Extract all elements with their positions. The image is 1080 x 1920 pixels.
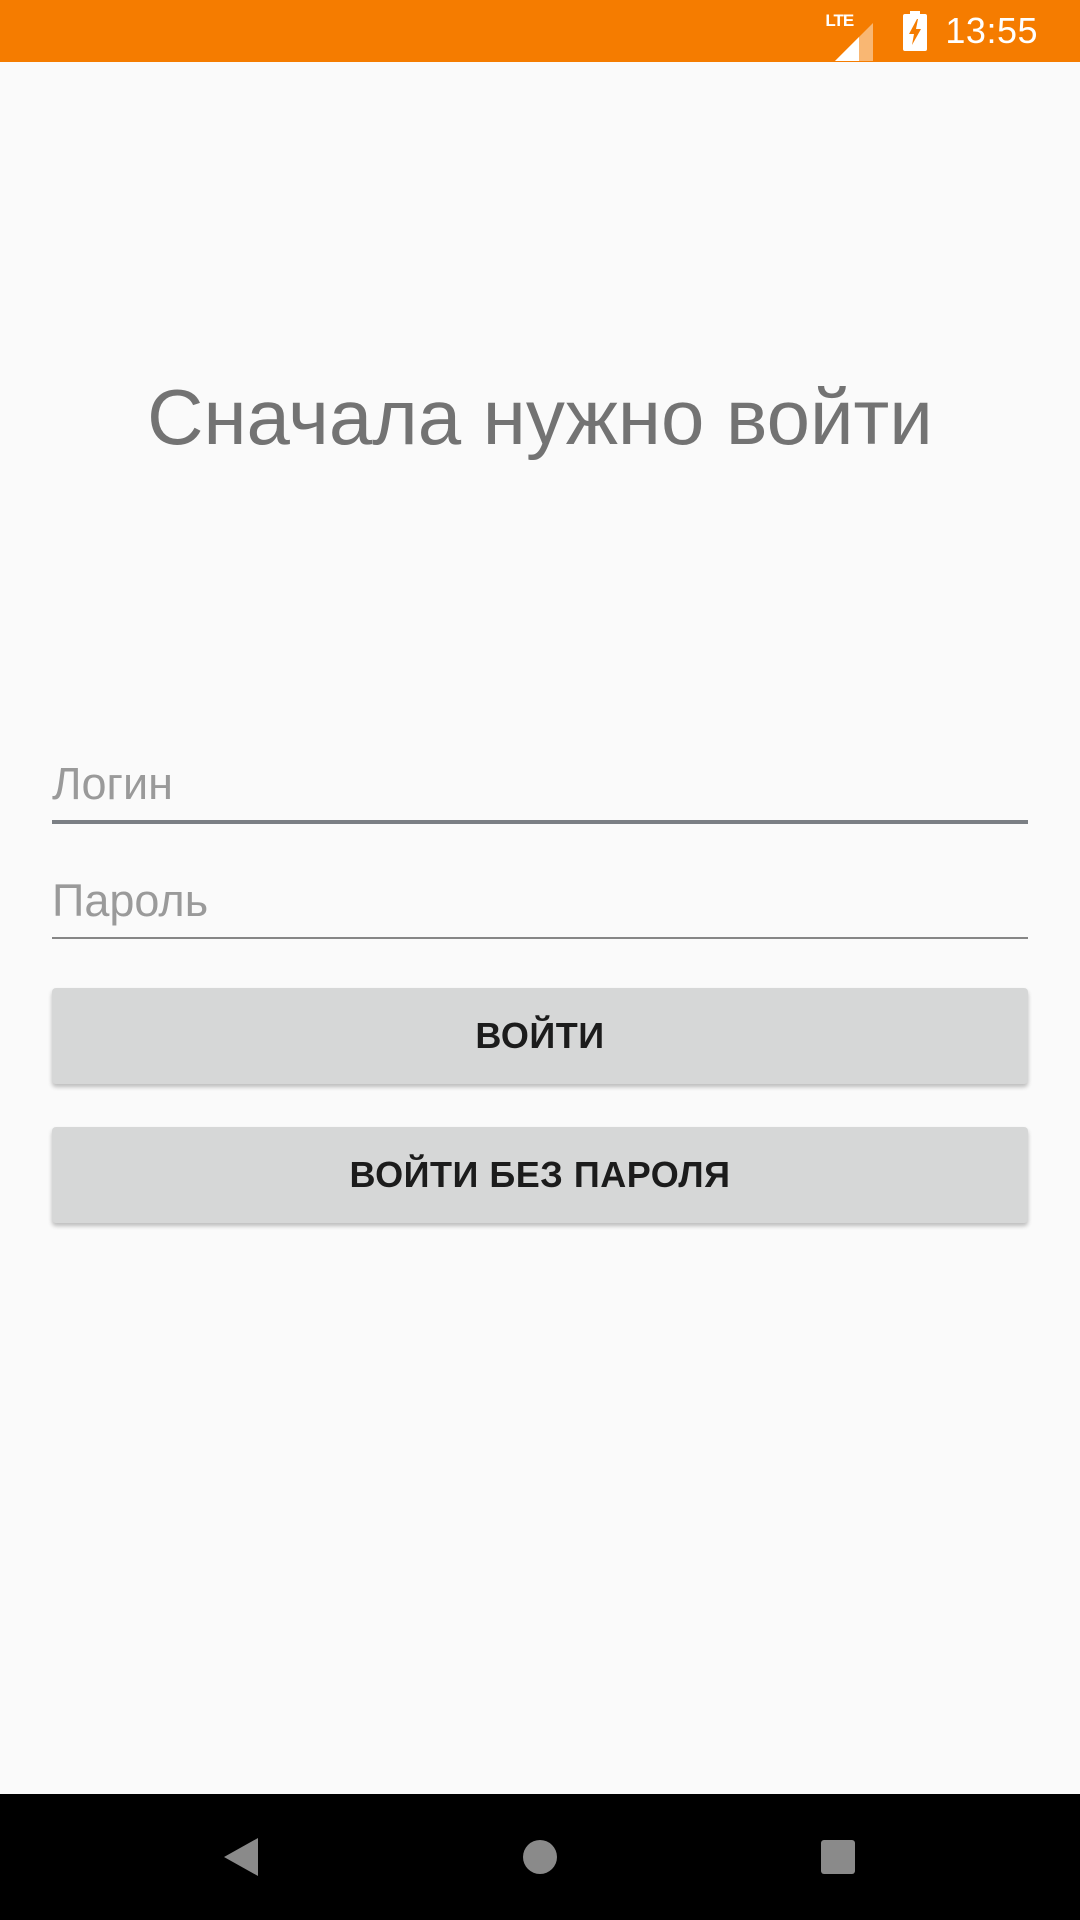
password-field-underline [52, 937, 1028, 939]
login-field[interactable] [52, 754, 1028, 824]
back-button[interactable] [176, 1794, 306, 1920]
back-icon [224, 1838, 258, 1876]
login-input[interactable] [52, 754, 1028, 814]
status-clock: 13:55 [945, 10, 1038, 51]
password-field[interactable] [52, 871, 1028, 939]
recents-button[interactable] [773, 1794, 903, 1920]
login-button[interactable]: ВОЙТИ [52, 988, 1028, 1084]
password-input[interactable] [52, 871, 1028, 931]
battery-charging-icon [903, 11, 928, 51]
status-icons: LTE 13:55 [825, 0, 1038, 62]
lte-signal-icon: LTE [825, 11, 877, 61]
page-title: Сначала нужно войти [147, 373, 933, 461]
signal-strength-icon [835, 23, 874, 61]
navigation-bar [0, 1794, 1080, 1920]
status-bar: LTE 13:55 [0, 0, 1080, 62]
login-field-underline [52, 820, 1028, 824]
recents-icon [821, 1840, 855, 1874]
login-without-password-button[interactable]: ВОЙТИ БЕЗ ПАРОЛЯ [52, 1127, 1028, 1223]
home-icon [523, 1840, 557, 1874]
home-button[interactable] [475, 1794, 605, 1920]
